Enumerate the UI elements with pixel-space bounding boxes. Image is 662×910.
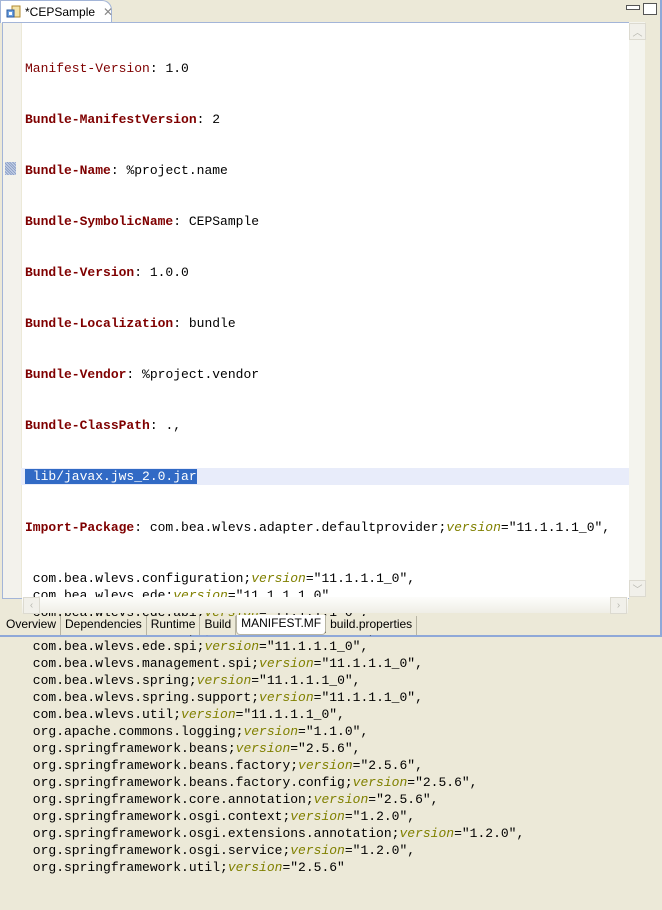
editor-tab-cepsample[interactable]: *CEPSample ✕ [0, 0, 113, 23]
change-marker-icon [5, 162, 16, 175]
import-package-line: com.bea.wlevs.ede.spi;version="11.1.1.1_… [25, 639, 369, 654]
import-package-line: org.springframework.osgi.extensions.anno… [25, 826, 525, 841]
maximize-icon[interactable] [643, 3, 657, 15]
chevron-down-icon[interactable]: ﹀ [629, 580, 646, 597]
editor-page-tabs: Overview Dependencies Runtime Build MANIFEST… [2, 615, 418, 635]
chevron-up-icon[interactable]: ︿ [629, 23, 646, 40]
editor-frame: *CEPSample ✕ Manifest-Version: 1.0 Bundl… [0, 0, 662, 875]
editor-tab-bar: *CEPSample ✕ [0, 0, 660, 23]
tab-dependencies[interactable]: Dependencies [61, 616, 147, 635]
manifest-line: Bundle-Name: %project.name [25, 163, 228, 178]
manifest-line: Import-Package: com.bea.wlevs.adapter.de… [25, 520, 611, 535]
import-package-line: com.bea.wlevs.spring.support;version="11… [25, 690, 423, 705]
minimize-icon[interactable] [626, 5, 640, 10]
manifest-line: Bundle-SymbolicName: CEPSample [25, 214, 260, 229]
import-package-line: com.bea.wlevs.configuration;version="11.… [25, 571, 416, 586]
manifest-source[interactable]: Manifest-Version: 1.0 Bundle-ManifestVer… [21, 26, 635, 910]
import-package-line: org.springframework.osgi.service;version… [25, 843, 416, 858]
import-package-line: org.springframework.core.annotation;vers… [25, 792, 439, 807]
chevron-left-icon[interactable]: ‹ [23, 597, 40, 614]
tab-overview[interactable]: Overview [2, 616, 62, 635]
tab-runtime[interactable]: Runtime [146, 616, 201, 635]
manifest-line: Manifest-Version: 1.0 [25, 61, 189, 76]
import-package-line: org.springframework.beans;version="2.5.6… [25, 741, 361, 756]
manifest-line: Bundle-Version: 1.0.0 [25, 265, 189, 280]
manifest-line: Bundle-ClassPath: ., [25, 418, 182, 433]
vertical-ruler [3, 23, 22, 598]
import-package-line: org.springframework.beans.factory;versio… [25, 758, 423, 773]
editor-tab-title: *CEPSample [25, 5, 96, 19]
manifest-text-editor[interactable]: Manifest-Version: 1.0 Bundle-ManifestVer… [2, 22, 635, 875]
import-package-line: org.springframework.osgi.context;version… [25, 809, 416, 824]
manifest-line: Bundle-Localization: bundle [25, 316, 236, 331]
vertical-scrollbar[interactable]: ︿ ﹀ [629, 22, 646, 597]
import-package-line: org.springframework.util;version="2.5.6" [25, 860, 345, 875]
current-line: lib/javax.jws_2.0.jar [21, 468, 635, 485]
tab-build[interactable]: Build [200, 616, 237, 635]
plugin-manifest-icon [6, 4, 22, 20]
import-package-line: com.bea.wlevs.spring;version="11.1.1.1_0… [25, 673, 361, 688]
import-package-line: org.springframework.beans.factory.config… [25, 775, 478, 790]
import-package-line: com.bea.wlevs.management.spi;version="11… [25, 656, 423, 671]
tab-build-properties[interactable]: build.properties [326, 616, 418, 635]
horizontal-scrollbar[interactable]: ‹ › [22, 597, 628, 614]
selected-text[interactable]: lib/javax.jws_2.0.jar [25, 469, 197, 484]
chevron-right-icon[interactable]: › [610, 597, 627, 614]
close-icon[interactable]: ✕ [103, 5, 113, 19]
manifest-line: Bundle-Vendor: %project.vendor [25, 367, 260, 382]
manifest-line: Bundle-ManifestVersion: 2 [25, 112, 221, 127]
import-package-line: org.apache.commons.logging;version="1.1.… [25, 724, 369, 739]
tab-manifest-mf[interactable]: MANIFEST.MF [236, 615, 327, 635]
import-package-line: com.bea.wlevs.util;version="11.1.1.1_0", [25, 707, 345, 722]
